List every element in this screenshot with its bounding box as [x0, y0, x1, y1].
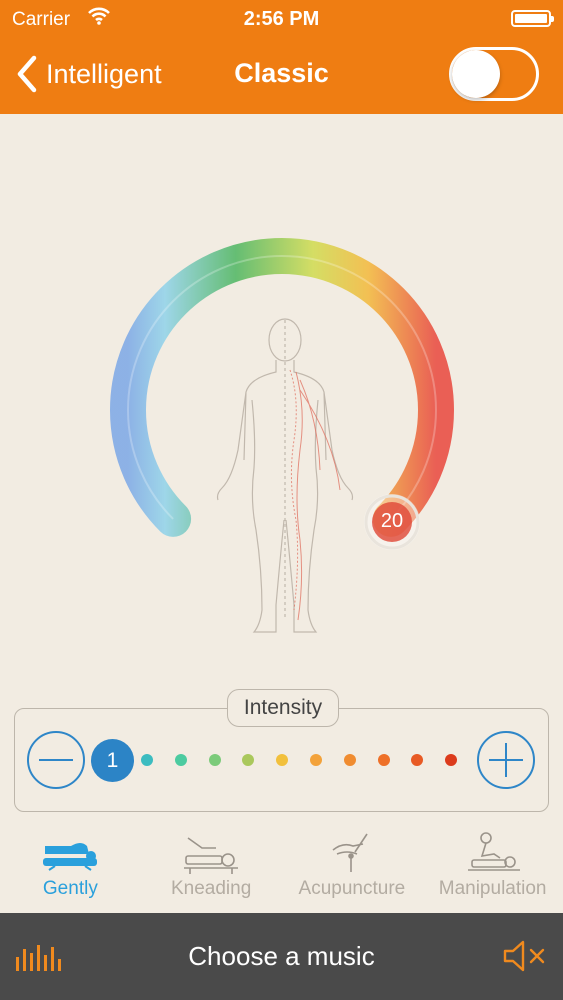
- battery-icon: [511, 10, 554, 27]
- mode-label-kneading: Kneading: [170, 878, 252, 899]
- meridian-lines: [289, 369, 341, 621]
- increase-button[interactable]: [477, 731, 535, 789]
- intensity-dot-7[interactable]: [310, 754, 322, 766]
- toggle-knob: [452, 50, 500, 98]
- mode-label-acupuncture: Acupuncture: [298, 878, 406, 899]
- header: Carrier 2:56 PM Intelligent Classic: [0, 0, 563, 114]
- choose-music-button[interactable]: Choose a music: [0, 941, 563, 972]
- nav-bar: Intelligent Classic: [0, 38, 563, 114]
- intensity-label: Intensity: [227, 689, 339, 727]
- intensity-dot-4[interactable]: [208, 754, 221, 766]
- back-label: Intelligent: [46, 58, 162, 89]
- chevron-left-icon: [17, 55, 37, 93]
- decrease-button[interactable]: [27, 731, 85, 789]
- intensity-current-level[interactable]: 1: [91, 739, 134, 782]
- mode-label-gently: Gently: [42, 878, 98, 899]
- mode-tab-acupuncture[interactable]: Acupuncture: [282, 830, 423, 910]
- mode-tab-gently[interactable]: Gently: [0, 830, 141, 910]
- back-button[interactable]: Intelligent: [12, 54, 162, 94]
- acupuncture-icon: [332, 833, 368, 872]
- mode-tab-kneading[interactable]: Kneading: [141, 830, 282, 910]
- dial-value: 20: [380, 510, 404, 532]
- music-bar: Choose a music: [0, 913, 563, 1000]
- status-bar: Carrier 2:56 PM: [0, 0, 563, 38]
- body-figure-icon: [216, 318, 354, 633]
- kneading-icon: [184, 837, 239, 874]
- mode-tabs: Gently Kneading Acupuncture Manipulation: [0, 830, 563, 910]
- manipulation-icon: [467, 832, 520, 871]
- minus-icon: [39, 759, 73, 761]
- mode-tab-manipulation[interactable]: Manipulation: [422, 830, 563, 910]
- intensity-dot-2[interactable]: [141, 754, 153, 766]
- intensity-dot-9[interactable]: [377, 754, 390, 766]
- mute-icon[interactable]: [503, 939, 547, 973]
- mode-toggle[interactable]: [449, 47, 539, 101]
- mode-label-manipulation: Manipulation: [438, 878, 547, 899]
- lying-massage-icon: [43, 843, 98, 871]
- dial-arc: [110, 238, 454, 537]
- intensity-dot-8[interactable]: [343, 754, 356, 766]
- intensity-dial[interactable]: [0, 114, 563, 674]
- intensity-dot-3[interactable]: [174, 754, 187, 766]
- status-time: 2:56 PM: [243, 8, 320, 30]
